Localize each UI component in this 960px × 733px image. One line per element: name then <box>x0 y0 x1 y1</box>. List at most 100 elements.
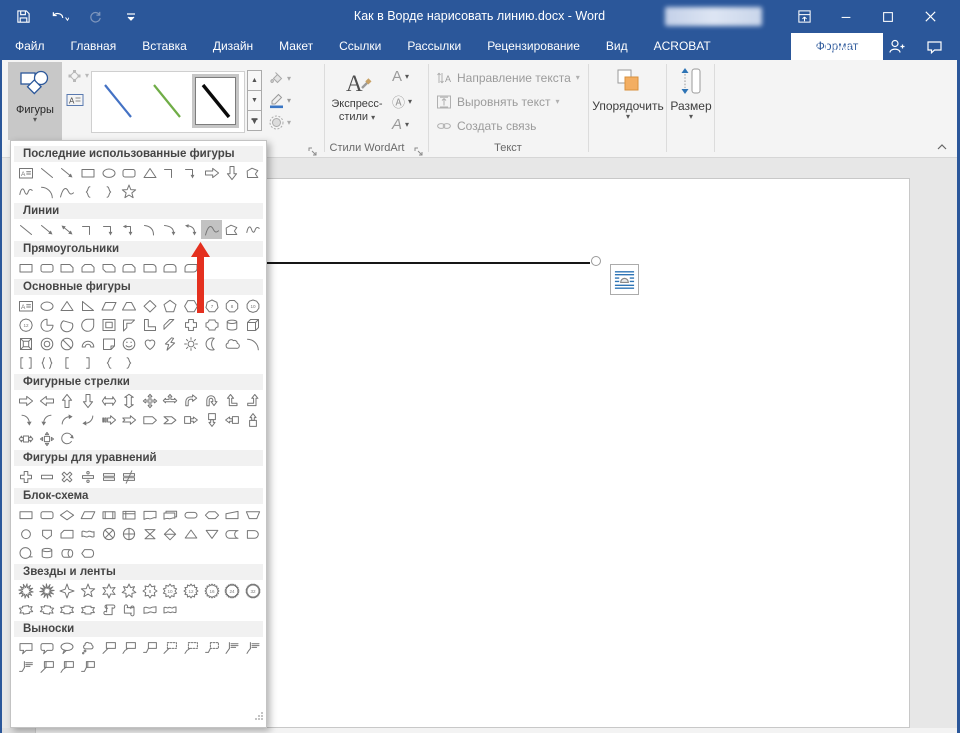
align-text-button[interactable]: Выровнять текст ▾ <box>436 94 560 110</box>
shape-fill-button[interactable]: ▾ <box>268 70 291 87</box>
shape-wave[interactable] <box>140 600 161 619</box>
shape-double-arrow[interactable] <box>57 220 78 239</box>
shape-data[interactable] <box>78 505 99 524</box>
shape-collate[interactable] <box>140 524 161 543</box>
shape-quad-arrow[interactable] <box>140 391 161 410</box>
shape-diagonal-stripe[interactable] <box>160 315 181 334</box>
shape-right-brace[interactable] <box>98 182 119 201</box>
shape-line-callout-1-accent-bar[interactable] <box>222 638 243 657</box>
shape-multidocument[interactable] <box>160 505 181 524</box>
shape-octagon[interactable]: 8 <box>222 296 243 315</box>
line-style-black[interactable] <box>192 74 239 128</box>
shape-curved-right-arrow[interactable] <box>16 410 37 429</box>
shape-oval-callout[interactable] <box>57 638 78 657</box>
shape-cloud-callout[interactable] <box>78 638 99 657</box>
shape-circular-arrow[interactable] <box>57 429 78 448</box>
shape-rectangle[interactable] <box>16 258 37 277</box>
shape-pie[interactable] <box>37 315 58 334</box>
shape-double-brace[interactable] <box>37 353 58 372</box>
shape-quad-arrow-callout[interactable] <box>37 429 58 448</box>
shape-arrow-down[interactable] <box>222 163 243 182</box>
shape-smiley-face[interactable] <box>119 334 140 353</box>
text-direction-button[interactable]: A Направление текста ▾ <box>436 70 580 86</box>
shape-freeform[interactable] <box>243 163 264 182</box>
shape-decagon[interactable]: 10 <box>243 296 264 315</box>
maximize-button[interactable] <box>867 0 909 33</box>
shape-outline-button[interactable]: ▾ <box>268 92 291 109</box>
shape-display[interactable] <box>78 543 99 562</box>
shape-left-bracket[interactable] <box>57 353 78 372</box>
shape-scribble[interactable] <box>243 220 264 239</box>
shape-left-brace[interactable] <box>78 182 99 201</box>
tab-ссылки[interactable]: Ссылки <box>326 33 394 60</box>
shape-effects-button[interactable]: ▾ <box>268 114 291 131</box>
shape-arrow-up[interactable] <box>57 391 78 410</box>
shape-frame[interactable] <box>98 315 119 334</box>
shape-curved-arrow-connector[interactable] <box>160 220 181 239</box>
shape-oval[interactable] <box>37 296 58 315</box>
shape-parallelogram[interactable] <box>98 296 119 315</box>
shape-merge[interactable] <box>201 524 222 543</box>
shape-l-shape[interactable] <box>140 315 161 334</box>
shape-star-16[interactable]: 16 <box>201 581 222 600</box>
comments-button[interactable] <box>926 33 943 60</box>
shape-double-bracket[interactable] <box>16 353 37 372</box>
shape-star-10[interactable]: 10 <box>160 581 181 600</box>
shape-text-box[interactable]: A <box>16 296 37 315</box>
shape-minus[interactable] <box>37 467 58 486</box>
shape-dodecagon[interactable]: 12 <box>16 315 37 334</box>
tab-файл[interactable]: Файл <box>2 33 58 60</box>
shape-left-arrow-callout[interactable] <box>222 410 243 429</box>
undo-button[interactable] <box>46 5 72 27</box>
shape-vertical-scroll[interactable] <box>98 600 119 619</box>
shape-u-turn-arrow[interactable] <box>201 391 222 410</box>
shape-plaque[interactable] <box>201 315 222 334</box>
shape-alternate-process[interactable] <box>37 505 58 524</box>
shape-diamond[interactable] <box>140 296 161 315</box>
shape-division[interactable] <box>78 467 99 486</box>
shape-notched-right-arrow[interactable] <box>119 410 140 429</box>
shape-bent-up-arrow[interactable] <box>243 391 264 410</box>
shape-donut[interactable] <box>37 334 58 353</box>
shape-curved-connector[interactable] <box>140 220 161 239</box>
shape-line-callout-1-border-accent[interactable] <box>37 657 58 676</box>
shape-horizontal-scroll[interactable] <box>119 600 140 619</box>
gallery-scroll-down-button[interactable]: ▼ <box>247 90 262 111</box>
shape-double-wave[interactable] <box>160 600 181 619</box>
shape-half-frame[interactable] <box>119 315 140 334</box>
shape-ribbon-curved-up[interactable] <box>57 600 78 619</box>
sign-in-button[interactable] <box>888 33 906 60</box>
shape-oval[interactable] <box>98 163 119 182</box>
tab-вставка[interactable]: Вставка <box>129 33 200 60</box>
shape-stored-data[interactable] <box>222 524 243 543</box>
shape-left-right-up-arrow[interactable] <box>160 391 181 410</box>
shape-triangle[interactable] <box>140 163 161 182</box>
tab-дизайн[interactable]: Дизайн <box>200 33 266 60</box>
shape-curved-double-arrow-connector[interactable] <box>181 220 202 239</box>
shape-sun[interactable] <box>181 334 202 353</box>
shape-rectangle[interactable] <box>78 163 99 182</box>
shape-text-box[interactable]: A <box>16 163 37 182</box>
shape-rounded-rectangular-callout[interactable] <box>37 638 58 657</box>
shape-document[interactable] <box>140 505 161 524</box>
wordart-dialog-launcher[interactable] <box>414 144 426 156</box>
shape-sort[interactable] <box>160 524 181 543</box>
shape-snip-single-corner[interactable] <box>57 258 78 277</box>
text-effects-button[interactable]: А ▾ <box>392 116 409 133</box>
shape-multiplication[interactable] <box>57 467 78 486</box>
shape-explosion-1[interactable] <box>16 581 37 600</box>
shape-star-7[interactable] <box>119 581 140 600</box>
shape-direct-access-storage[interactable] <box>57 543 78 562</box>
shape-manual-input[interactable] <box>222 505 243 524</box>
shape-bevel[interactable] <box>16 334 37 353</box>
shape-or[interactable] <box>119 524 140 543</box>
shape-can[interactable] <box>222 315 243 334</box>
shape-plus[interactable] <box>16 467 37 486</box>
shape-folded-corner[interactable] <box>98 334 119 353</box>
shape-card[interactable] <box>57 524 78 543</box>
shape-lightning-bolt[interactable] <box>160 334 181 353</box>
shape-ribbon-tilted-down[interactable] <box>37 600 58 619</box>
customize-quick-access-button[interactable] <box>118 5 144 27</box>
shape-down-arrow-callout[interactable] <box>201 410 222 429</box>
edit-shape-button[interactable]: ▾ <box>66 68 89 84</box>
